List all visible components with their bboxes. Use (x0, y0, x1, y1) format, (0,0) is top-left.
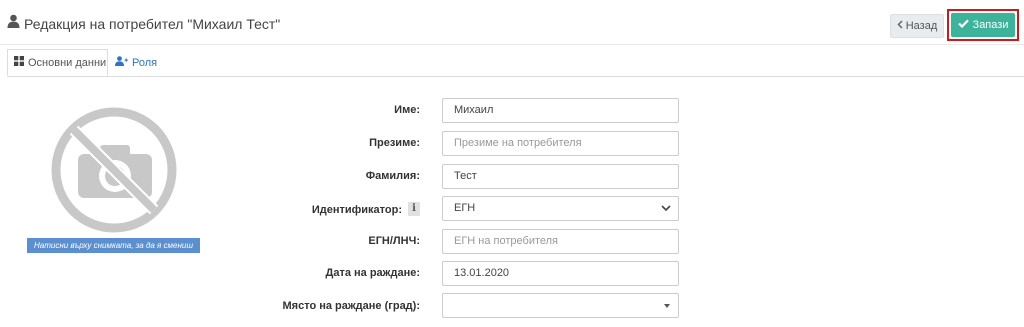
middle-name-field[interactable]: Презиме на потребителя (442, 131, 679, 156)
back-button[interactable]: Назад (890, 14, 944, 38)
chevron-down-icon (661, 197, 671, 229)
back-button-label: Назад (905, 20, 938, 32)
change-photo-caption[interactable]: Натисни върху снимката, за да я смениш (27, 238, 200, 253)
identifier-select[interactable]: ЕГН (442, 196, 679, 221)
tab-role-label: Роля (132, 56, 158, 69)
identifier-value: ЕГН (454, 202, 476, 214)
last-name-field[interactable]: Тест (442, 164, 679, 189)
info-icon[interactable]: i (408, 201, 420, 216)
birth-place-select[interactable] (442, 293, 679, 318)
user-plus-icon (115, 56, 128, 69)
save-button[interactable]: Запази (951, 13, 1015, 37)
save-button-label: Запази (972, 19, 1009, 31)
last-name-value: Тест (454, 170, 477, 182)
tab-role[interactable]: Роля (115, 49, 157, 76)
middle-name-placeholder: Презиме на потребителя (454, 137, 582, 149)
page-title-wrap: Редакция на потребител "Михаил Тест" (7, 14, 280, 33)
first-name-field[interactable]: Михаил (442, 98, 679, 123)
last-name-label: Фамилия: (365, 170, 420, 182)
middle-name-label: Презиме: (369, 137, 420, 149)
birth-date-label: Дата на раждане: (325, 267, 421, 279)
profile-photo[interactable] (48, 104, 180, 236)
first-name-value: Михаил (454, 104, 494, 116)
egn-field[interactable]: ЕГН на потребителя (442, 229, 679, 254)
grid-icon (14, 56, 24, 69)
page-header: Редакция на потребител "Михаил Тест" Наз… (0, 0, 1024, 45)
identifier-label: Идентификатор: i (250, 197, 420, 221)
tab-bar: Основни данни Роля (7, 49, 1024, 77)
tab-basic-data[interactable]: Основни данни (7, 49, 108, 76)
birth-date-field[interactable]: 13.01.2020 (442, 261, 679, 286)
birth-date-value: 13.01.2020 (454, 267, 510, 279)
egn-placeholder: ЕГН на потребителя (454, 235, 559, 247)
tab-basic-data-label: Основни данни (28, 56, 107, 69)
check-icon (957, 19, 969, 31)
identifier-label-text: Идентификатор: (311, 204, 402, 216)
chevron-left-icon (897, 20, 903, 32)
page-title: Редакция на потребител "Михаил Тест" (24, 15, 281, 32)
birth-place-label: Място на раждане (град): (282, 300, 420, 312)
no-camera-icon (51, 107, 177, 233)
caret-down-icon (663, 294, 671, 326)
egn-label: ЕГН/ЛНЧ: (368, 235, 420, 247)
first-name-label: Име: (394, 104, 420, 116)
user-icon (7, 14, 20, 33)
